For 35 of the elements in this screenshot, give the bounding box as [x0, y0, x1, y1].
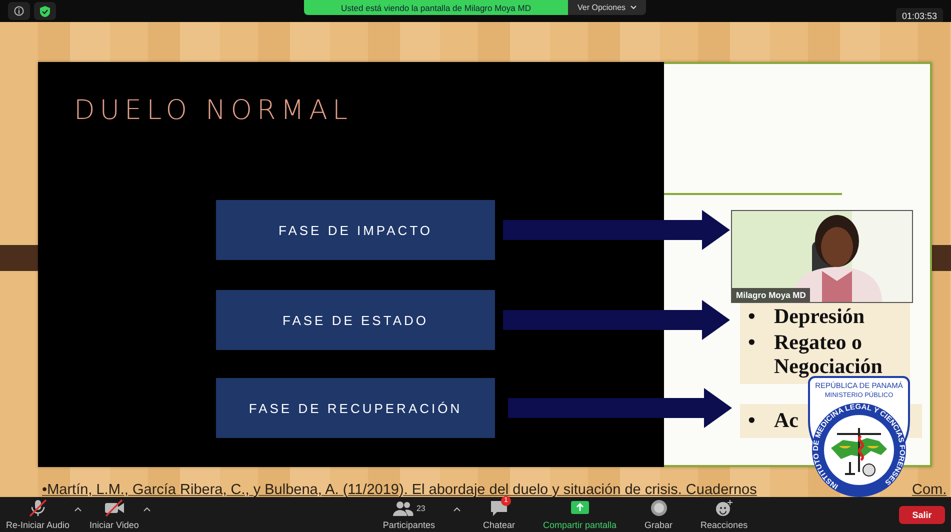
- reactions-button[interactable]: Reacciones: [700, 499, 748, 530]
- info-icon[interactable]: [8, 2, 30, 20]
- bullet-text: Ac: [774, 408, 798, 432]
- citation-text: Com.: [912, 482, 947, 497]
- slide-title: DUELO NORMAL: [74, 95, 353, 126]
- arrow-icon: [503, 210, 730, 250]
- shield-icon[interactable]: [34, 2, 56, 20]
- caret-icon[interactable]: [142, 506, 151, 512]
- record-button[interactable]: Grabar: [644, 499, 673, 530]
- phase-box: FASE DE RECUPERACIÓN: [216, 378, 495, 438]
- share-button[interactable]: Compartir pantalla: [542, 499, 617, 530]
- bullet-text: Depresión: [774, 304, 865, 328]
- screen-share-banner: Usted está viendo la pantalla de Milagro Moya MD: [304, 0, 568, 15]
- share-screen-icon: [568, 499, 591, 517]
- view-options-button[interactable]: Ver Opciones: [568, 0, 646, 15]
- participants-button[interactable]: 23 Participantes: [382, 499, 435, 530]
- phase-box: FASE DE IMPACTO: [216, 200, 495, 260]
- phase-box: FASE DE ESTADO: [216, 290, 495, 350]
- wood-band: [0, 245, 38, 271]
- unmute-audio-button[interactable]: Re-Iniciar Audio: [6, 499, 70, 530]
- caret-icon[interactable]: [452, 506, 461, 512]
- participant-name: Milagro Moya MD: [732, 288, 810, 302]
- arrow-icon: [503, 300, 730, 340]
- bullet-marker: •: [748, 408, 756, 432]
- arrow-icon: [508, 388, 732, 428]
- citation-text: •Martín, L.M., García Ribera, C., y Bulbena, A. (11/2019). El abordaje del duelo y situación de crisis. Cuadernos: [42, 482, 757, 497]
- leave-button[interactable]: Salir: [899, 506, 945, 524]
- bullet-marker: •: [748, 304, 756, 328]
- participant-count: 23: [416, 504, 426, 512]
- bullet-text: Regateo o Negociación: [774, 330, 884, 378]
- bullet-marker: •: [748, 330, 756, 356]
- caret-icon[interactable]: [74, 506, 82, 512]
- start-video-button[interactable]: Iniciar Video: [90, 499, 139, 530]
- chevron-icon: [630, 5, 637, 10]
- people-icon: [392, 499, 414, 517]
